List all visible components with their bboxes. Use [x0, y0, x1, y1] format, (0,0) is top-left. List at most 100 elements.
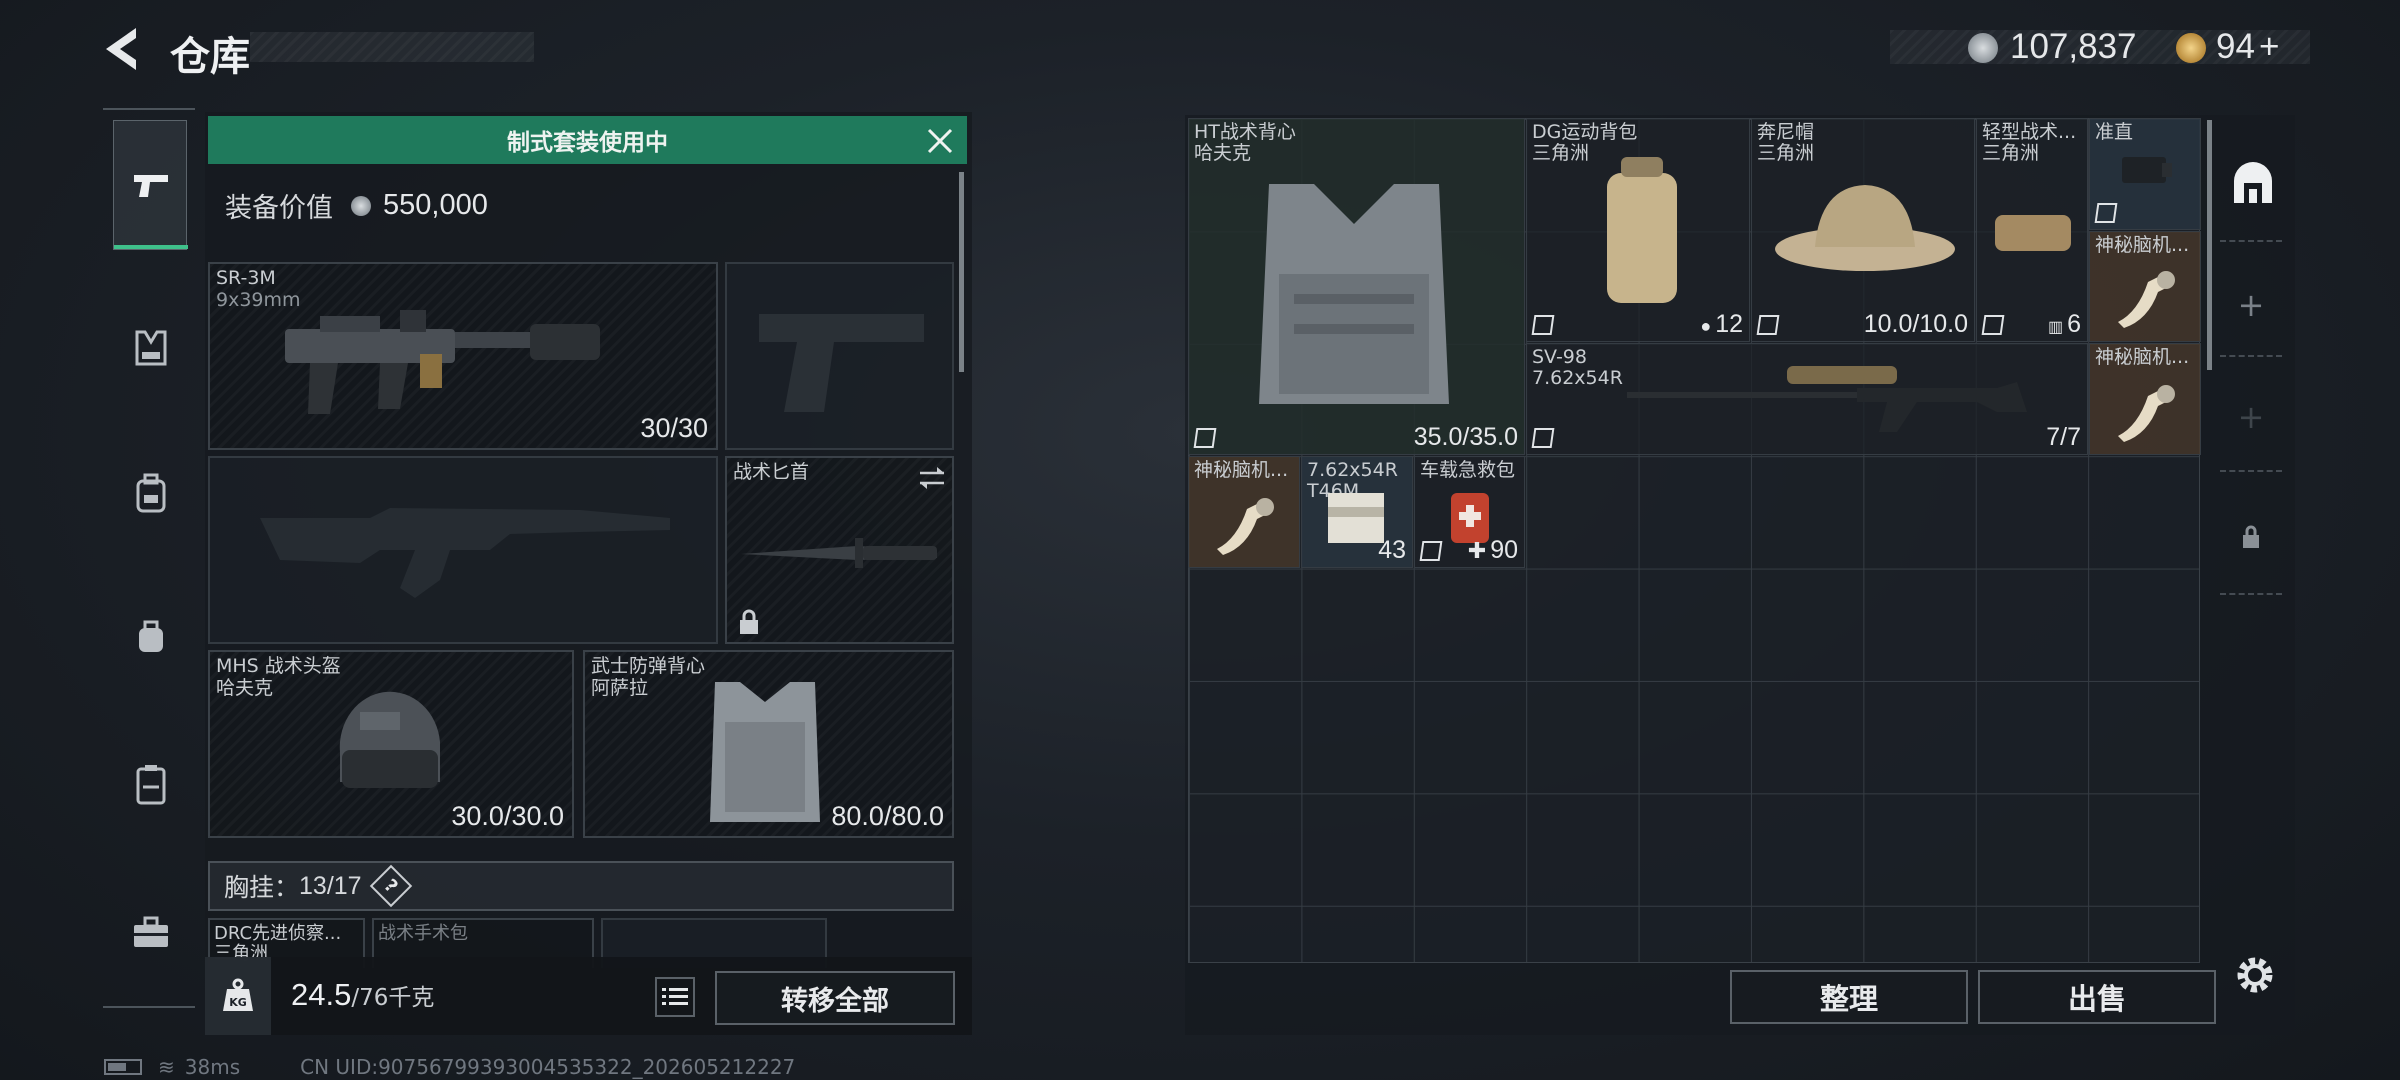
- inventory-item-ht-vest[interactable]: HT战术背心 哈夫克 35.0/35.0: [1188, 118, 1525, 455]
- no-sell-icon: [1193, 428, 1217, 448]
- title-decoration: [250, 32, 534, 62]
- no-sell-icon: [2094, 203, 2118, 223]
- rail-divider: [2220, 470, 2282, 472]
- chest-rig-count: 13/17: [299, 871, 362, 900]
- storage-icon: [2234, 162, 2272, 203]
- inventory-item-mystery-1[interactable]: 神秘脑机...: [2089, 231, 2201, 342]
- melee-name: 战术匕首: [733, 461, 810, 483]
- armor-name: 武士防弹背心: [591, 655, 706, 677]
- sidebar-tab-pouch[interactable]: [113, 588, 187, 688]
- rifle-silhouette-icon: [260, 508, 670, 598]
- sidebar-tab-toolbox[interactable]: [113, 883, 187, 983]
- weight-readout: 24.5/76千克: [291, 977, 434, 1013]
- gold-currency-amount[interactable]: 94 +: [2216, 27, 2279, 67]
- item-brand: 三角洲: [1757, 142, 1815, 164]
- silver-currency-amount: 107,837: [2010, 27, 2137, 66]
- inventory-item-boonie-hat[interactable]: 奔尼帽 三角洲 10.0/10.0: [1751, 118, 1975, 342]
- capacity-icon: ●: [1700, 316, 1712, 336]
- organize-button[interactable]: 整理: [1730, 970, 1968, 1024]
- swap-icon[interactable]: [917, 464, 947, 492]
- inventory-item-sv98[interactable]: SV-98 7.62x54R 7/7: [1526, 343, 2088, 455]
- list-view-button[interactable]: [655, 977, 695, 1017]
- uid-text: CN UID:9075679939300453532​2_20260521222…: [300, 1055, 796, 1079]
- helmet-image: [339, 691, 440, 788]
- pistol-icon: [134, 175, 168, 197]
- sidebar-tab-backpack[interactable]: [113, 443, 187, 543]
- inventory-item-sight[interactable]: 准直: [2089, 118, 2201, 230]
- secondary-primary-slot[interactable]: [208, 456, 718, 644]
- sidebar-tab-armor[interactable]: [113, 298, 187, 398]
- add-storage-button-1[interactable]: +: [2210, 265, 2292, 345]
- add-currency-button[interactable]: +: [2259, 27, 2279, 66]
- weight-current: 24.5: [291, 977, 352, 1012]
- item-name: 准直: [2095, 121, 2134, 143]
- secondary-weapon-slot[interactable]: [725, 262, 954, 450]
- inventory-item-mystery-3[interactable]: 神秘脑机...: [1188, 456, 1300, 568]
- equip-value-amount: 550,000: [383, 189, 488, 221]
- loadout-scrollbar[interactable]: [959, 172, 964, 372]
- item-name: 神秘脑机...: [1194, 459, 1289, 481]
- right-rail: + +: [2210, 115, 2292, 615]
- melee-slot[interactable]: 战术匕首: [725, 456, 954, 644]
- sight-image: [2122, 157, 2172, 183]
- sidebar-top-line: [103, 108, 195, 110]
- ping-value: 38ms: [184, 1055, 241, 1079]
- sidebar-tab-weapons[interactable]: [113, 120, 188, 250]
- knife-image: [741, 538, 937, 568]
- inventory-item-light-tactical[interactable]: 轻型战术... 三角洲 ▥ 6: [1976, 118, 2088, 342]
- sniper-rifle-image: [1627, 366, 2027, 432]
- sub-item-1-name: DRC先进侦察...: [214, 923, 342, 944]
- kg-weight-icon: KG: [223, 978, 253, 1011]
- gold-coin-icon: [2176, 33, 2206, 63]
- add-storage-button-2[interactable]: +: [2210, 377, 2292, 457]
- gold-amount: 94: [2216, 27, 2255, 66]
- chest-rig-help-icon[interactable]: ?: [369, 864, 412, 908]
- inventory-item-ammo[interactable]: 7.62x54R T46M 43: [1301, 456, 1413, 568]
- capacity-value: ● 12: [1700, 310, 1743, 339]
- helmet-durability: 30.0/30.0: [451, 801, 564, 831]
- back-button[interactable]: [100, 22, 150, 76]
- banner-close-button[interactable]: [923, 124, 957, 158]
- rail-divider: [2220, 355, 2282, 357]
- svg-text:KG: KG: [229, 996, 247, 1009]
- item-name: 奔尼帽: [1757, 121, 1815, 143]
- battery-icon: [104, 1059, 142, 1075]
- primary-weapon-slot[interactable]: SR-3M 9x39mm 30/30: [208, 262, 718, 450]
- sell-button[interactable]: 出售: [1978, 970, 2216, 1024]
- helmet-slot[interactable]: MHS 战术头盔 哈夫克 30.0/30.0: [208, 650, 574, 838]
- gear-icon: [2237, 957, 2273, 993]
- lock-icon: [2243, 525, 2259, 548]
- case-icon: [136, 765, 166, 805]
- inventory-item-first-aid[interactable]: 车载急救包 ✚ 90: [1414, 456, 1525, 568]
- locked-storage-slot[interactable]: [2210, 500, 2292, 580]
- weight-max: /76千克: [351, 985, 435, 1011]
- item-name: 轻型战术...: [1982, 121, 2077, 143]
- preset-banner: 制式套装使用中: [208, 116, 967, 164]
- rifle-image: [285, 310, 600, 414]
- storage-tab[interactable]: [2210, 135, 2292, 235]
- bci-device-image: [1217, 498, 1274, 555]
- no-sell-icon: [1756, 315, 1780, 335]
- inventory-item-mystery-2[interactable]: 神秘脑机...: [2089, 343, 2201, 455]
- transfer-all-button[interactable]: 转移全部: [715, 971, 955, 1025]
- wifi-icon: ≋: [158, 1055, 175, 1079]
- item-value: 12: [1715, 310, 1743, 338]
- armor-brand: 阿萨拉: [591, 677, 649, 699]
- bci-device-image: [2118, 271, 2175, 328]
- heal-value: ✚ 90: [1468, 536, 1518, 565]
- chest-rig-bar[interactable]: 胸挂： 13/17 ?: [208, 861, 954, 911]
- sidebar-bottom-line: [103, 1006, 195, 1008]
- silver-coin-icon: [1968, 33, 1998, 63]
- sidebar-tab-case[interactable]: [113, 733, 187, 833]
- item-value: 6: [2067, 310, 2081, 338]
- body-armor-slot[interactable]: 武士防弹背心 阿萨拉 80.0/80.0: [583, 650, 954, 838]
- primary-weapon-ammo: 30/30: [640, 413, 708, 443]
- preset-banner-text: 制式套装使用中: [507, 130, 668, 156]
- duffel-image: [1607, 157, 1677, 303]
- inventory-item-dg-backpack[interactable]: DG运动背包 三角洲 ● 12: [1526, 118, 1750, 342]
- backpack-icon: [136, 473, 166, 513]
- pouch-image: [1995, 215, 2071, 251]
- settings-button[interactable]: [2230, 950, 2280, 1000]
- sidebar: [103, 108, 195, 1008]
- coin-icon: [351, 195, 371, 216]
